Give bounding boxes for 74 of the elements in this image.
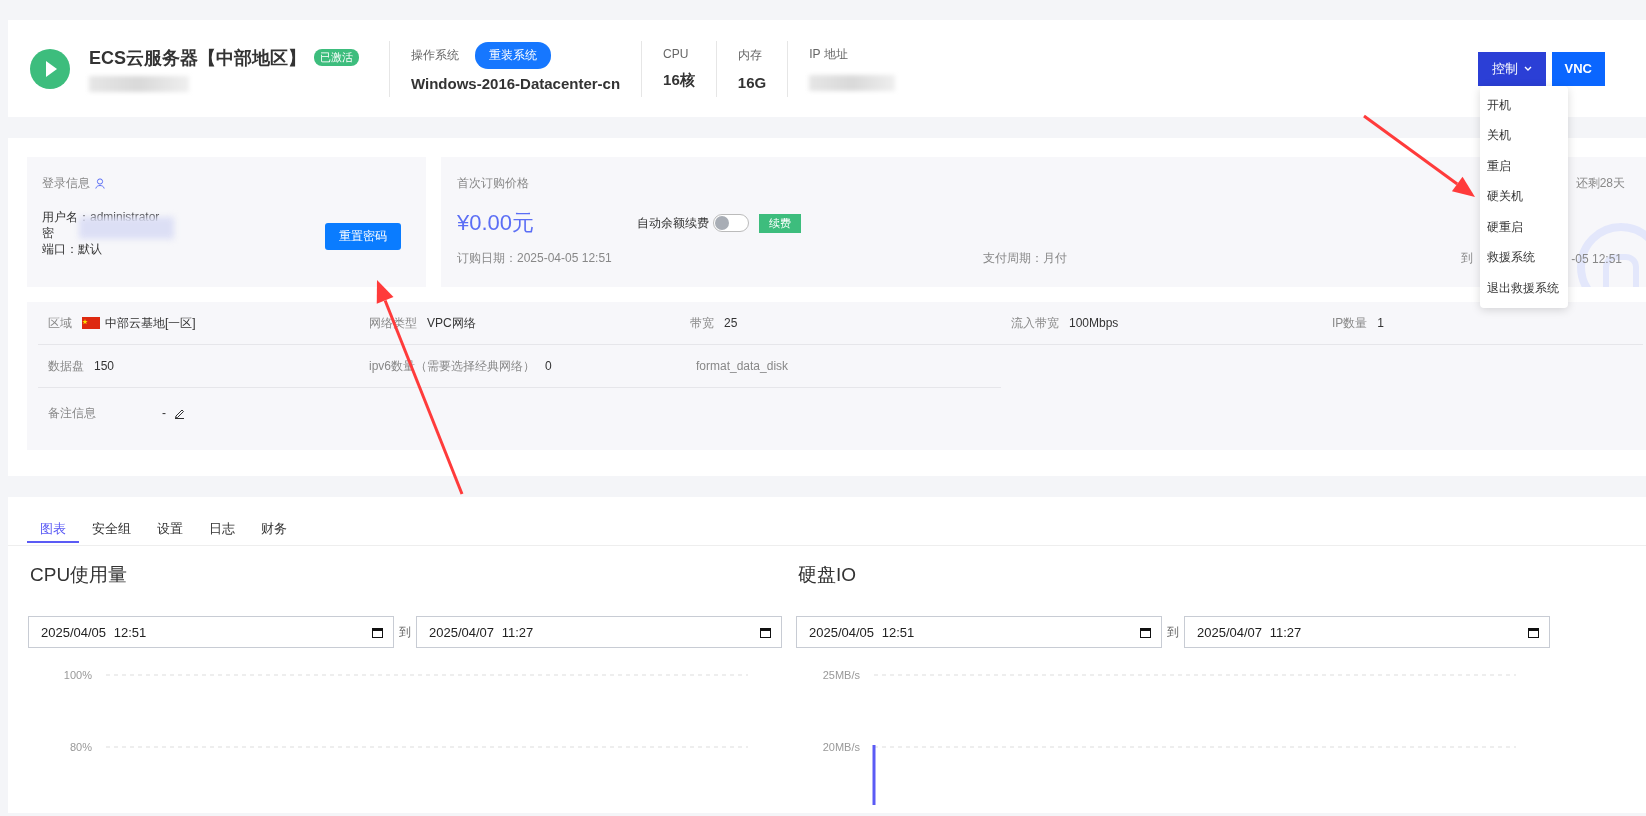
- control-button[interactable]: 控制: [1477, 51, 1546, 86]
- tab[interactable]: 日志: [196, 517, 248, 543]
- spec-label: IP数量: [1332, 314, 1368, 332]
- date-field[interactable]: 2025/04/07 11:27: [416, 616, 782, 648]
- axis-tick-label: 20MB/s: [822, 741, 860, 753]
- ip-label: IP 地址: [809, 46, 849, 63]
- chart-title: 硬盘IO: [798, 563, 858, 586]
- status-badge: 已激活: [314, 49, 359, 66]
- auto-renew-label: 自动余额续费: [637, 214, 709, 232]
- expiry-date-label: 到: [1461, 250, 1474, 267]
- os-value: Windows-2016-Datacenter-cn: [411, 74, 621, 92]
- memory-label: 内存: [737, 46, 763, 64]
- login-info-line: 用户名：administrator: [42, 209, 160, 225]
- spec-value: format_data_disk: [696, 359, 789, 373]
- login-info-line: 端口：默认: [42, 241, 102, 257]
- flag-icon: [82, 317, 100, 329]
- spec-label: 数据盘: [48, 357, 84, 375]
- price-amount: ¥0.00元: [457, 209, 536, 237]
- spec-value: 1: [1377, 316, 1385, 330]
- menu-item[interactable]: 退出救援系统: [1479, 273, 1568, 304]
- axis-tick-label: 25MB/s: [822, 669, 860, 681]
- login-info-line: 密: [42, 225, 54, 241]
- date-field[interactable]: 2025/04/05 12:51: [28, 616, 394, 648]
- os-label: 操作系统: [411, 46, 459, 64]
- spec-label: 区域: [48, 314, 72, 332]
- cpu-value: 16核: [663, 71, 695, 90]
- price-title: 首次订购价格: [457, 175, 529, 192]
- menu-item[interactable]: 开机: [1479, 89, 1568, 121]
- date-separator: 到: [399, 623, 411, 641]
- tab[interactable]: 安全组: [79, 517, 144, 543]
- user-icon: [95, 178, 105, 189]
- caret-icon: [1523, 65, 1532, 72]
- payment-cycle: 支付周期：月付: [983, 250, 1067, 267]
- calendar-icon[interactable]: [372, 626, 383, 638]
- axis-tick-label: 80%: [69, 741, 92, 753]
- remaining-days: 还剩28天: [1575, 175, 1625, 192]
- tab[interactable]: 财务: [248, 517, 300, 543]
- tab[interactable]: 图表: [27, 517, 79, 543]
- date-field[interactable]: 2025/04/05 12:51: [796, 616, 1162, 648]
- calendar-icon[interactable]: [760, 626, 771, 638]
- date-separator: 到: [1167, 623, 1179, 641]
- expiry-date-value: -05 12:51: [1571, 251, 1622, 266]
- calendar-icon[interactable]: [1140, 626, 1151, 638]
- cpu-label: CPU: [663, 47, 690, 61]
- server-title: ECS云服务器【中部地区】: [89, 46, 306, 70]
- menu-item[interactable]: 硬重启: [1479, 211, 1568, 243]
- login-info-title: 登录信息: [42, 175, 90, 192]
- chart-line: [872, 745, 876, 805]
- tab[interactable]: 设置: [144, 517, 196, 543]
- menu-item[interactable]: 重启: [1479, 150, 1568, 182]
- spec-value: 0: [545, 359, 552, 373]
- spec-value: 150: [94, 359, 115, 373]
- vnc-button[interactable]: VNC: [1551, 51, 1605, 86]
- spec-label: 带宽: [690, 314, 714, 332]
- auto-renew-toggle[interactable]: [713, 214, 749, 232]
- chart-title: CPU使用量: [30, 563, 129, 586]
- menu-item[interactable]: 救援系统: [1479, 242, 1568, 274]
- menu-item[interactable]: 硬关机: [1479, 181, 1568, 212]
- spec-value: 中部云基地[一区]: [105, 314, 196, 332]
- spec-value: -: [162, 406, 166, 420]
- spec-label: 流入带宽: [1011, 314, 1059, 332]
- reset-password-button[interactable]: 重置密码: [325, 223, 401, 250]
- spec-value: VPC网络: [427, 314, 476, 332]
- spec-value: 25: [724, 316, 738, 330]
- spec-value: 100Mbps: [1069, 316, 1119, 330]
- calendar-icon[interactable]: [1528, 626, 1539, 638]
- order-date: 订购日期：2025-04-05 12:51: [457, 250, 613, 267]
- spec-label: 备注信息: [48, 404, 96, 422]
- date-field[interactable]: 2025/04/07 11:27: [1184, 616, 1550, 648]
- edit-icon[interactable]: [174, 407, 185, 419]
- axis-tick-label: 100%: [63, 669, 92, 681]
- memory-value: 16G: [737, 73, 767, 91]
- menu-item[interactable]: 关机: [1479, 120, 1568, 151]
- reinstall-button[interactable]: 重装系统: [475, 41, 551, 69]
